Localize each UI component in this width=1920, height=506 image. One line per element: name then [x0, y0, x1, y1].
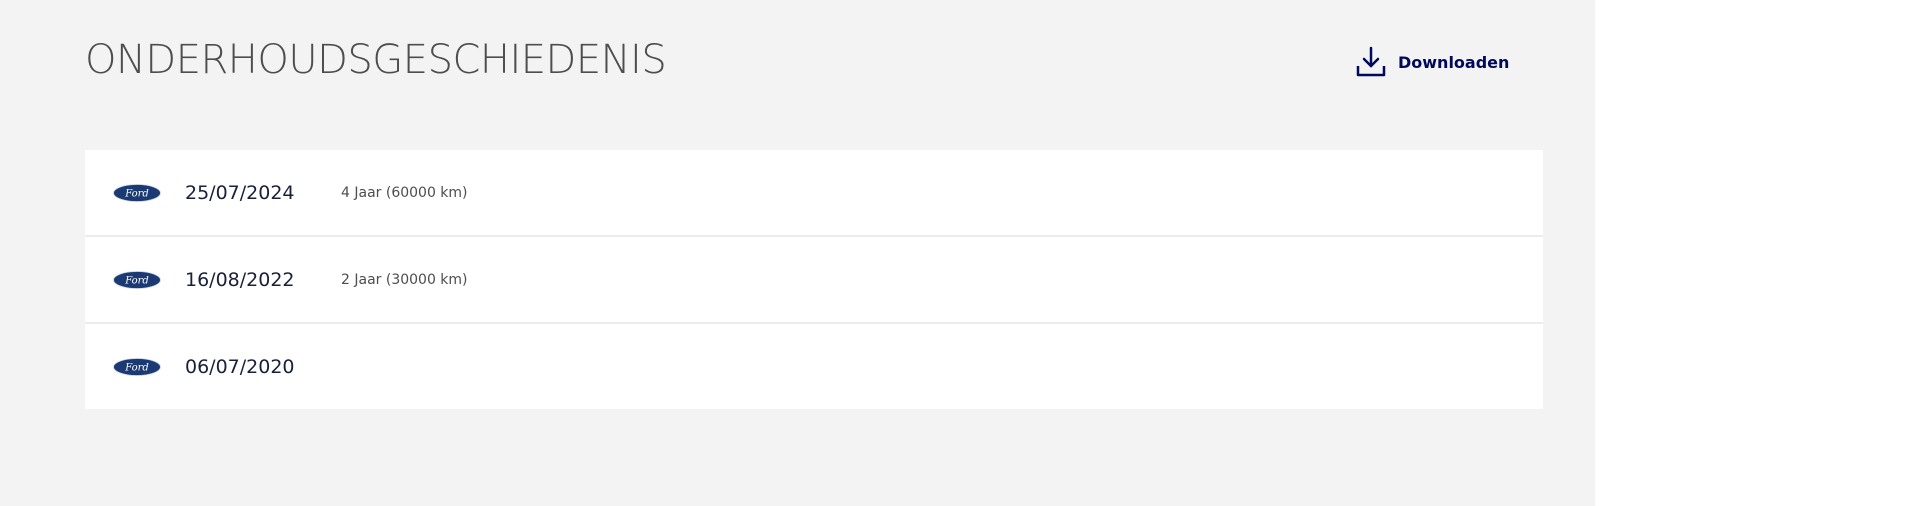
- service-date: 06/07/2020: [185, 355, 295, 378]
- page-title: ONDERHOUDSGESCHIEDENIS: [85, 37, 667, 83]
- svg-text:Ford: Ford: [124, 275, 149, 286]
- history-row[interactable]: Ford 06/07/2020: [85, 322, 1543, 409]
- maintenance-history-panel: ONDERHOUDSGESCHIEDENIS Downloaden Ford 2…: [0, 0, 1595, 506]
- download-label: Downloaden: [1398, 52, 1510, 72]
- service-date: 16/08/2022: [185, 268, 295, 291]
- history-row[interactable]: Ford 25/07/2024 4 Jaar (60000 km): [85, 150, 1543, 235]
- ford-logo-icon: Ford: [113, 357, 161, 376]
- download-button[interactable]: Downloaden: [1356, 46, 1509, 78]
- download-icon: [1356, 46, 1386, 78]
- service-interval: 2 Jaar (30000 km): [341, 271, 468, 288]
- ford-logo-icon: Ford: [113, 183, 161, 202]
- ford-logo-icon: Ford: [113, 270, 161, 289]
- svg-text:Ford: Ford: [124, 188, 149, 199]
- history-list: Ford 25/07/2024 4 Jaar (60000 km) Ford 1…: [85, 150, 1543, 409]
- service-date: 25/07/2024: [185, 181, 295, 204]
- history-row[interactable]: Ford 16/08/2022 2 Jaar (30000 km): [85, 235, 1543, 322]
- svg-text:Ford: Ford: [124, 362, 149, 373]
- service-interval: 4 Jaar (60000 km): [341, 184, 468, 201]
